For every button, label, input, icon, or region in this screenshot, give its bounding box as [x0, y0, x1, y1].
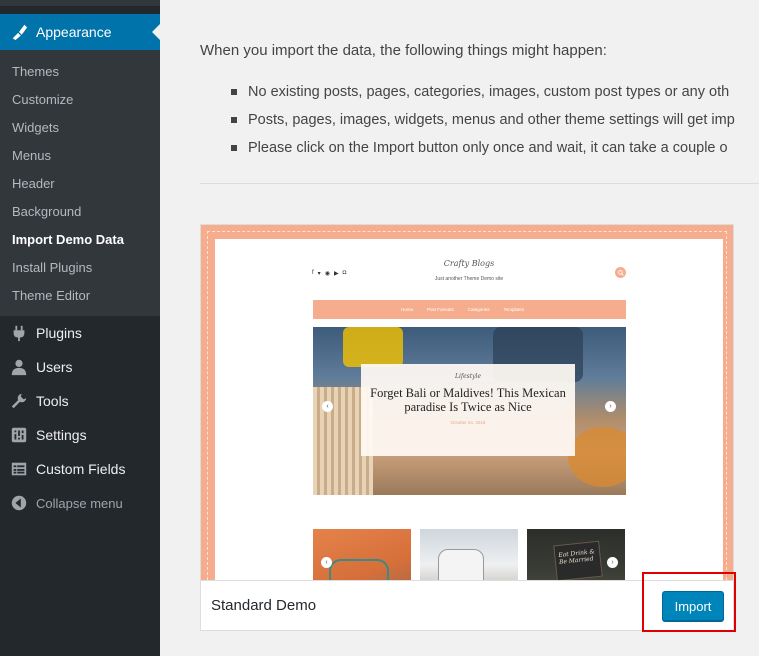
user-icon — [9, 357, 29, 377]
preview-hero-title: Forget Bali or Maldives! This Mexican pa… — [370, 386, 566, 414]
demo-card: f ▾ ◉ ▶ ◘ Crafty Blogs Just another Them… — [200, 224, 734, 631]
chevron-left-icon: ‹ — [322, 401, 333, 412]
menu-label: Tools — [36, 393, 69, 409]
settings-icon — [9, 425, 29, 445]
chevron-right-icon: › — [607, 557, 618, 568]
preview-nav-item: Home — [401, 307, 414, 312]
demo-name: Standard Demo — [211, 597, 317, 614]
submenu-item-header[interactable]: Header — [0, 170, 160, 198]
plugin-icon — [9, 323, 29, 343]
admin-sidebar: Appearance Themes Customize Widgets Menu… — [0, 0, 160, 656]
menu-item-custom-fields[interactable]: Custom Fields — [0, 452, 160, 486]
menu-label: Settings — [36, 427, 87, 443]
menu-label: Custom Fields — [36, 461, 126, 477]
preview-thumb-bicycle: ‹ — [313, 529, 411, 580]
submenu-item-widgets[interactable]: Widgets — [0, 114, 160, 142]
preview-hero-caption: Lifestyle Forget Bali or Maldives! This … — [361, 364, 575, 456]
wrench-icon — [9, 391, 29, 411]
collapse-menu-button[interactable]: Collapse menu — [0, 486, 160, 520]
collapse-icon — [9, 493, 29, 513]
submenu-item-import-demo-data[interactable]: Import Demo Data — [0, 226, 160, 254]
demo-screenshot: f ▾ ◉ ▶ ◘ Crafty Blogs Just another Them… — [201, 225, 733, 580]
menu-item-plugins[interactable]: Plugins — [0, 316, 160, 350]
preview-nav-item: Categories — [467, 307, 490, 312]
submenu-item-theme-editor[interactable]: Theme Editor — [0, 282, 160, 310]
preview-hero-category: Lifestyle — [454, 373, 482, 380]
preview-nav-items: Home Post Formats Categories Templates — [401, 307, 524, 312]
menu-item-appearance[interactable]: Appearance — [0, 14, 160, 50]
preview-sign-text: Eat Drink & Be Married — [553, 540, 603, 580]
chevron-right-icon: › — [605, 401, 616, 412]
list-item: Posts, pages, images, widgets, menus and… — [231, 106, 735, 134]
preview-thumb-sign: Eat Drink & Be Married › — [527, 529, 625, 580]
menu-item-tools[interactable]: Tools — [0, 384, 160, 418]
list-icon — [9, 459, 29, 479]
preview-hero-image: Lifestyle Forget Bali or Maldives! This … — [313, 327, 626, 495]
list-item: Please click on the Import button only o… — [231, 134, 735, 162]
preview-page: f ▾ ◉ ▶ ◘ Crafty Blogs Just another Them… — [215, 239, 723, 580]
menu-label: Appearance — [36, 24, 112, 40]
preview-site-title: Crafty Blogs — [443, 259, 495, 268]
import-button[interactable]: Import — [662, 591, 724, 621]
submenu-item-menus[interactable]: Menus — [0, 142, 160, 170]
paintbrush-icon — [9, 22, 29, 42]
menu-item-users[interactable]: Users — [0, 350, 160, 384]
menu-label: Collapse menu — [36, 495, 123, 511]
preview-nav-item: Post Formats — [427, 307, 454, 312]
submenu-item-themes[interactable]: Themes — [0, 58, 160, 86]
submenu-item-background[interactable]: Background — [0, 198, 160, 226]
search-icon — [615, 267, 626, 278]
menu-label: Plugins — [36, 325, 82, 341]
intro-text: When you import the data, the following … — [200, 42, 607, 59]
warning-list: No existing posts, pages, categories, im… — [231, 78, 735, 162]
appearance-submenu: Themes Customize Widgets Menus Header Ba… — [0, 50, 160, 316]
sidebar-top-strip — [0, 0, 160, 14]
main-content: When you import the data, the following … — [160, 0, 759, 656]
demo-card-footer: Standard Demo Import — [201, 580, 733, 630]
preview-tagline: Just another Theme Demo site — [434, 276, 504, 282]
menu-label: Users — [36, 359, 73, 375]
sidebar-menu: Plugins Users Tools Settings Custom Fiel… — [0, 316, 160, 520]
chevron-left-icon: ‹ — [321, 557, 332, 568]
list-item: No existing posts, pages, categories, im… — [231, 78, 735, 106]
preview-thumb-car — [420, 529, 518, 580]
divider — [200, 183, 759, 184]
preview-navbar: Home Post Formats Categories Templates — [313, 300, 626, 319]
submenu-item-install-plugins[interactable]: Install Plugins — [0, 254, 160, 282]
preview-nav-item: Templates — [503, 307, 525, 312]
submenu-item-customize[interactable]: Customize — [0, 86, 160, 114]
menu-item-settings[interactable]: Settings — [0, 418, 160, 452]
preview-hero-date: October 24, 2018 — [450, 420, 486, 425]
